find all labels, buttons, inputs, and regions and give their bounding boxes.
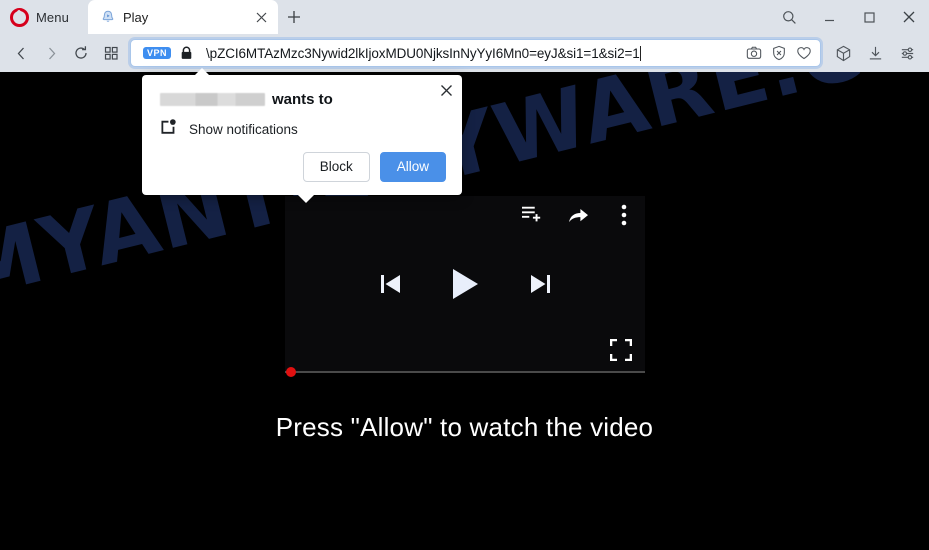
easy-setup-icon[interactable] — [891, 38, 923, 68]
next-track-button[interactable] — [529, 272, 551, 296]
page-content: MYANTISPYWARE.COM — [0, 72, 929, 550]
player-transport-controls — [285, 268, 645, 300]
previous-track-button[interactable] — [380, 272, 402, 296]
lock-icon[interactable] — [180, 46, 193, 60]
add-to-playlist-icon[interactable] — [519, 202, 545, 228]
tab-grid-button[interactable] — [96, 38, 126, 68]
minimize-button[interactable] — [809, 0, 849, 34]
forward-button[interactable] — [36, 38, 66, 68]
search-icon[interactable] — [769, 0, 809, 34]
tab-title: Play — [123, 9, 149, 25]
block-button[interactable]: Block — [302, 152, 370, 182]
browser-chrome: Menu Play VPN \pZCI6MTAzMzc3Nywid2lkIjox… — [0, 0, 929, 72]
permission-actions: Block Allow — [302, 152, 446, 182]
close-window-button[interactable] — [889, 0, 929, 34]
vpn-badge[interactable]: VPN — [143, 46, 172, 60]
notification-icon — [160, 118, 177, 140]
back-button[interactable] — [6, 38, 36, 68]
allow-button[interactable]: Allow — [379, 152, 446, 182]
url-input[interactable]: \pZCI6MTAzMzc3Nywid2lkIjoxMDU0NjksInNyYy… — [206, 45, 741, 61]
address-bar-icons — [741, 41, 816, 66]
video-player[interactable] — [285, 196, 645, 372]
opera-menu-label: Menu — [36, 9, 69, 25]
favorite-icon[interactable] — [791, 41, 816, 66]
opera-logo-icon — [10, 7, 29, 27]
address-bar[interactable]: VPN \pZCI6MTAzMzc3Nywid2lkIjoxMDU0NjksIn… — [130, 39, 821, 67]
notification-permission-dialog: wants to Show notifications Block Allow — [142, 68, 462, 203]
workspaces-icon[interactable] — [827, 38, 859, 68]
play-button[interactable] — [452, 268, 479, 300]
player-top-controls — [519, 202, 637, 228]
player-progress-bar[interactable] — [285, 366, 645, 377]
downloads-icon[interactable] — [859, 38, 891, 68]
navigation-toolbar: VPN \pZCI6MTAzMzc3Nywid2lkIjoxMDU0NjksIn… — [0, 34, 929, 72]
fullscreen-icon[interactable] — [609, 338, 633, 362]
tab-close-icon[interactable] — [250, 6, 272, 28]
permission-title-suffix: wants to — [272, 91, 333, 108]
text-caret — [639, 45, 641, 61]
browser-window: Menu Play VPN \pZCI6MTAzMzc3Nywid2lkIjox… — [0, 0, 929, 550]
close-icon[interactable] — [436, 80, 456, 100]
progress-track[interactable] — [285, 370, 645, 373]
share-icon[interactable] — [565, 202, 591, 228]
ad-blocker-icon[interactable] — [766, 41, 791, 66]
tab-play[interactable]: Play — [88, 0, 278, 34]
progress-handle[interactable] — [286, 366, 296, 377]
permission-request-row: Show notifications — [160, 118, 298, 140]
call-to-action-text: Press "Allow" to watch the video — [275, 412, 654, 442]
new-tab-button[interactable] — [281, 4, 307, 30]
play-favicon-icon — [100, 9, 116, 25]
opera-menu-button[interactable]: Menu — [6, 3, 77, 31]
redacted-origin — [160, 93, 265, 106]
toolbar-right-icons — [827, 38, 923, 68]
more-options-icon[interactable] — [611, 202, 637, 228]
reload-button[interactable] — [66, 38, 96, 68]
title-bar: Menu Play — [0, 0, 929, 34]
permission-label: Show notifications — [189, 121, 298, 137]
window-controls — [769, 0, 929, 34]
maximize-button[interactable] — [849, 0, 889, 34]
permission-title: wants to — [160, 91, 333, 108]
snapshot-icon[interactable] — [741, 41, 766, 66]
url-value: \pZCI6MTAzMzc3Nywid2lkIjoxMDU0NjksInNyYy… — [206, 45, 640, 61]
